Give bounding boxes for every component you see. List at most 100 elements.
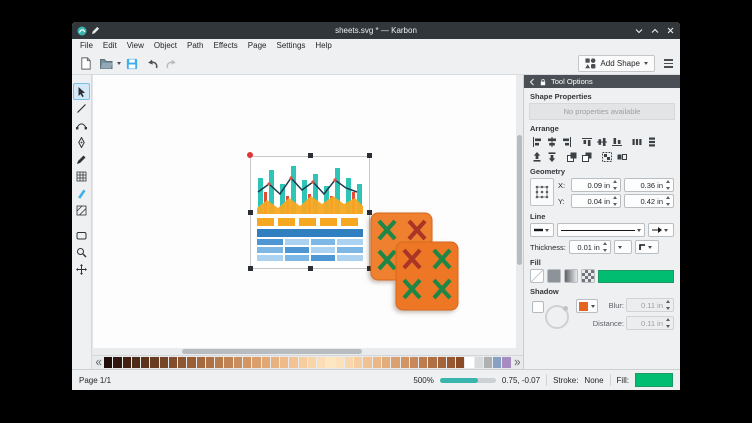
close-button[interactable]	[667, 27, 674, 34]
line-join-combo[interactable]	[635, 240, 659, 254]
palette-swatch[interactable]	[123, 357, 131, 368]
maximize-button[interactable]	[651, 28, 659, 34]
palette-swatch[interactable]	[391, 357, 399, 368]
fill-color-swatch[interactable]	[635, 373, 673, 387]
shadow-enable-checkbox[interactable]	[532, 301, 544, 313]
align-bottom-button[interactable]	[610, 135, 624, 148]
shadow-blur-input[interactable]: 0.11 in	[626, 298, 674, 312]
undo-button[interactable]	[143, 55, 161, 72]
palette-swatch[interactable]	[113, 357, 121, 368]
palette-swatch[interactable]	[308, 357, 316, 368]
align-right-button[interactable]	[560, 135, 574, 148]
palette-swatch[interactable]	[345, 357, 353, 368]
fill-solid-button[interactable]	[547, 269, 561, 283]
geometry-x-input[interactable]: 0.09 in	[571, 178, 621, 192]
pan-tool[interactable]	[73, 261, 90, 278]
geometry-width-input[interactable]: 0.36 in	[624, 178, 674, 192]
palette-swatch[interactable]	[410, 357, 418, 368]
toolbar-overflow-button[interactable]	[661, 56, 675, 71]
menu-page[interactable]: Page	[243, 39, 272, 53]
palette-scroll-left-button[interactable]	[94, 357, 102, 368]
pen-tool[interactable]	[73, 134, 90, 151]
palette-swatch[interactable]	[215, 357, 223, 368]
artwork-sheets-icon[interactable]	[370, 212, 459, 311]
send-to-back-button[interactable]	[580, 150, 594, 163]
palette-swatch[interactable]	[419, 357, 427, 368]
palette-swatch[interactable]	[317, 357, 325, 368]
menu-effects[interactable]: Effects	[208, 39, 242, 53]
palette-swatch[interactable]	[178, 357, 186, 368]
horizontal-scrollbar[interactable]	[92, 348, 523, 355]
save-button[interactable]	[123, 55, 141, 72]
palette-swatch[interactable]	[475, 357, 483, 368]
titlebar[interactable]: sheets.svg * — Karbon	[72, 22, 680, 39]
palette-swatch[interactable]	[456, 357, 464, 368]
palette-swatch[interactable]	[465, 357, 473, 368]
align-vcenter-button[interactable]	[595, 135, 609, 148]
palette-swatch[interactable]	[326, 357, 334, 368]
palette-swatch[interactable]	[160, 357, 168, 368]
geometry-y-input[interactable]: 0.04 in	[571, 194, 621, 208]
palette-swatch[interactable]	[484, 357, 492, 368]
ungroup-button[interactable]	[615, 150, 629, 163]
selection-handle-bottom[interactable]	[308, 266, 313, 271]
grid-snap-tool[interactable]	[73, 168, 90, 185]
palette-swatch[interactable]	[132, 357, 140, 368]
docker-header[interactable]: Tool Options	[524, 75, 680, 88]
menu-edit[interactable]: Edit	[98, 39, 122, 53]
bring-to-front-button[interactable]	[565, 150, 579, 163]
palette-swatch[interactable]	[169, 357, 177, 368]
palette-swatch[interactable]	[141, 357, 149, 368]
spinner-arrows-icon[interactable]	[665, 196, 671, 206]
palette-swatch[interactable]	[271, 357, 279, 368]
distribute-vertical-button[interactable]	[645, 135, 659, 148]
vertical-scrollbar[interactable]	[516, 75, 523, 348]
pattern-edit-tool[interactable]	[73, 202, 90, 219]
zoom-value[interactable]: 500%	[413, 376, 433, 385]
raise-button[interactable]	[530, 150, 544, 163]
fill-none-button[interactable]	[530, 269, 544, 283]
palette-swatch[interactable]	[428, 357, 436, 368]
collapse-arrow-icon[interactable]	[529, 78, 535, 86]
group-button[interactable]	[600, 150, 614, 163]
palette-swatch[interactable]	[224, 357, 232, 368]
distribute-horizontal-button[interactable]	[630, 135, 644, 148]
fill-gradient-button[interactable]	[564, 269, 578, 283]
rotation-handle[interactable]	[247, 152, 253, 158]
zoom-slider[interactable]	[440, 378, 496, 383]
position-anchor-widget[interactable]	[530, 178, 554, 206]
palette-swatch[interactable]	[447, 357, 455, 368]
selection-handle-top-right[interactable]	[367, 153, 372, 158]
palette-swatch[interactable]	[493, 357, 501, 368]
align-top-button[interactable]	[580, 135, 594, 148]
palette-swatch[interactable]	[234, 357, 242, 368]
fill-pattern-button[interactable]	[581, 269, 595, 283]
palette-swatch[interactable]	[401, 357, 409, 368]
palette-swatch[interactable]	[187, 357, 195, 368]
calligraphy-tool[interactable]	[73, 185, 90, 202]
menu-view[interactable]: View	[122, 39, 149, 53]
palette-swatch[interactable]	[299, 357, 307, 368]
selected-image-object[interactable]	[250, 156, 370, 269]
fill-color-bar[interactable]	[598, 270, 674, 283]
lock-icon[interactable]	[539, 78, 547, 86]
palette-swatch[interactable]	[336, 357, 344, 368]
selection-handle-top[interactable]	[308, 153, 313, 158]
spinner-arrows-icon[interactable]	[602, 242, 608, 252]
selection-handle-left[interactable]	[248, 210, 253, 215]
shadow-angle-handle[interactable]	[563, 306, 568, 311]
canvas[interactable]	[92, 75, 523, 348]
node-edit-tool[interactable]	[73, 117, 90, 134]
palette-swatch[interactable]	[197, 357, 205, 368]
line-marker-combo[interactable]	[648, 223, 674, 237]
menu-object[interactable]: Object	[149, 39, 182, 53]
spinner-arrows-icon[interactable]	[612, 180, 618, 190]
line-unit-combo[interactable]	[614, 240, 632, 254]
line-style-combo[interactable]	[557, 223, 645, 237]
menu-settings[interactable]: Settings	[271, 39, 310, 53]
palette-swatch[interactable]	[354, 357, 362, 368]
palette-swatch[interactable]	[438, 357, 446, 368]
freehand-pencil-tool[interactable]	[73, 151, 90, 168]
align-hcenter-button[interactable]	[545, 135, 559, 148]
palette-swatch[interactable]	[382, 357, 390, 368]
